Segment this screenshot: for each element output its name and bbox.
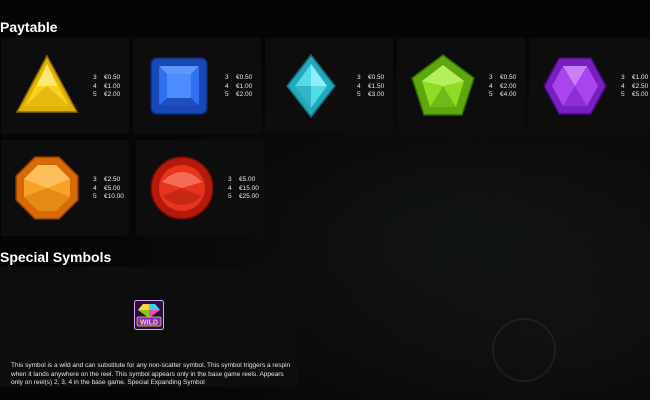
background-spin-ring — [492, 318, 556, 382]
special-symbols-title: Special Symbols — [0, 249, 112, 265]
symbol-card-green: 3 €0.50 4 €2.00 5 €4.00 — [397, 38, 525, 134]
purple-hexagon-gem-icon — [541, 52, 609, 120]
wild-gem-icon: WILD — [134, 300, 164, 330]
symbol-card-orange: 3 €2.50 4 €5.00 5 €10.00 — [1, 140, 129, 236]
blue-square-gem-icon — [145, 52, 213, 120]
cyan-diamond-gem-icon — [277, 52, 345, 120]
symbol-card-purple: 3 €1.00 4 €2.50 5 €5.00 — [529, 38, 650, 134]
special-symbols-panel: WILD This symbol is a wild and can subst… — [0, 267, 298, 387]
paytable-title: Paytable — [0, 19, 58, 35]
orange-octagon-gem-icon — [13, 154, 81, 222]
green-pentagon-gem-icon — [409, 52, 477, 120]
symbol-card-cyan: 3 €0.50 4 €1.50 5 €3.00 — [265, 38, 393, 134]
wild-description: This symbol is a wild and can substitute… — [11, 362, 291, 386]
symbol-card-red: 3 €5.00 4 €15.00 5 €25.00 — [136, 140, 264, 236]
yellow-triangle-gem-icon — [13, 52, 81, 120]
wild-label: WILD — [140, 319, 158, 326]
red-round-gem-icon — [148, 154, 216, 222]
symbol-card-yellow: 3 €0.50 4 €1.00 5 €2.00 — [1, 38, 129, 134]
symbol-card-blue: 3 €0.50 4 €1.00 5 €2.00 — [133, 38, 261, 134]
